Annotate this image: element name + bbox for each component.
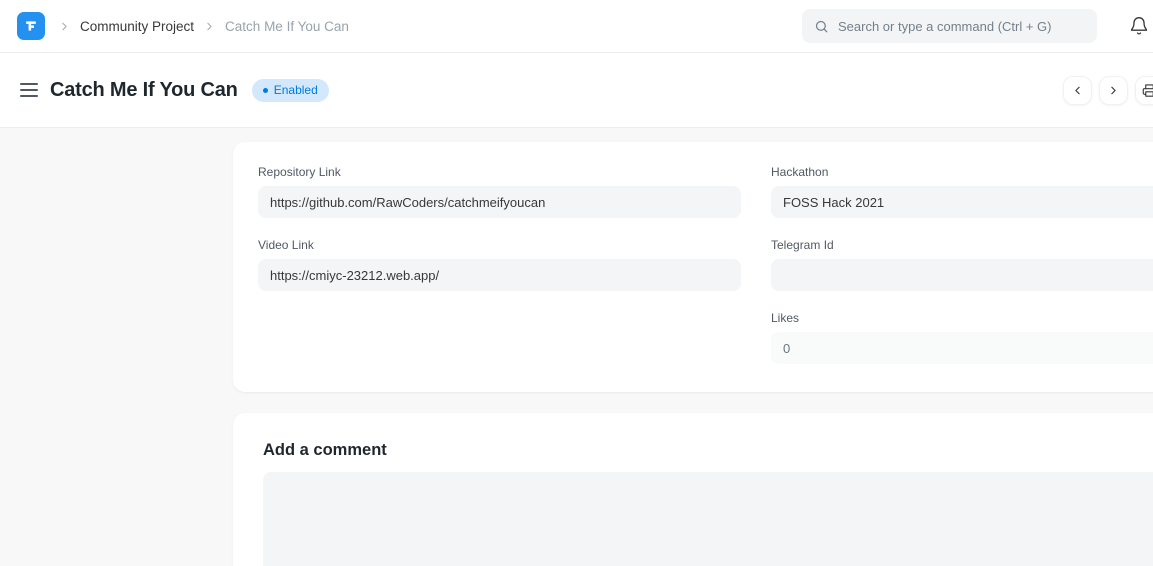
bell-icon: [1129, 16, 1149, 36]
search-icon: [814, 19, 829, 34]
sidebar-toggle-button[interactable]: [20, 83, 38, 97]
form-column-right: Hackathon Telegram Id Likes: [771, 165, 1153, 384]
field-label: Repository Link: [258, 165, 741, 179]
breadcrumb-item-current: Catch Me If You Can: [225, 19, 349, 34]
hamburger-menu-icon: [20, 83, 38, 85]
print-button[interactable]: [1135, 76, 1153, 105]
field-telegram-id: Telegram Id: [771, 238, 1153, 291]
likes-value: [771, 332, 1153, 364]
field-label: Hackathon: [771, 165, 1153, 179]
form-column-left: Repository Link Video Link: [258, 165, 741, 384]
comments-section-card: Add a comment: [233, 413, 1153, 566]
status-badge-label: Enabled: [274, 83, 318, 97]
page-head-actions: [1063, 76, 1153, 105]
page-head: Catch Me If You Can Enabled: [0, 53, 1153, 128]
comment-input[interactable]: [263, 472, 1153, 566]
video-link-input[interactable]: [258, 259, 741, 291]
field-likes: Likes: [771, 311, 1153, 364]
printer-icon: [1142, 83, 1153, 98]
chevron-right-icon: [1107, 84, 1120, 97]
chevron-left-icon: [1071, 84, 1084, 97]
form-grid: Repository Link Video Link Hackathon Tel…: [233, 142, 1153, 384]
field-repository-link: Repository Link: [258, 165, 741, 218]
status-dot-icon: [263, 88, 268, 93]
field-video-link: Video Link: [258, 238, 741, 291]
app-window: Community Project Catch Me If You Can: [0, 0, 1153, 566]
hackathon-input[interactable]: [771, 186, 1153, 218]
field-label: Video Link: [258, 238, 741, 252]
app-logo[interactable]: [17, 12, 45, 40]
add-comment-heading: Add a comment: [263, 441, 1153, 460]
field-label: Likes: [771, 311, 1153, 325]
breadcrumb-item-community-project[interactable]: Community Project: [80, 19, 194, 34]
repository-link-input[interactable]: [258, 186, 741, 218]
breadcrumb: Community Project Catch Me If You Can: [58, 19, 349, 34]
chevron-right-icon: [58, 20, 71, 33]
frappe-logo-icon: [23, 18, 39, 34]
search-input[interactable]: [838, 19, 1085, 34]
notifications-button[interactable]: [1128, 15, 1150, 37]
prev-document-button[interactable]: [1063, 76, 1092, 105]
global-search[interactable]: [802, 9, 1097, 43]
form-section-card: Repository Link Video Link Hackathon Tel…: [233, 142, 1153, 392]
top-navbar: Community Project Catch Me If You Can: [0, 0, 1153, 53]
page-title: Catch Me If You Can: [50, 79, 238, 102]
telegram-id-input[interactable]: [771, 259, 1153, 291]
status-badge: Enabled: [252, 79, 329, 102]
field-label: Telegram Id: [771, 238, 1153, 252]
next-document-button[interactable]: [1099, 76, 1128, 105]
field-hackathon: Hackathon: [771, 165, 1153, 218]
chevron-right-icon: [203, 20, 216, 33]
